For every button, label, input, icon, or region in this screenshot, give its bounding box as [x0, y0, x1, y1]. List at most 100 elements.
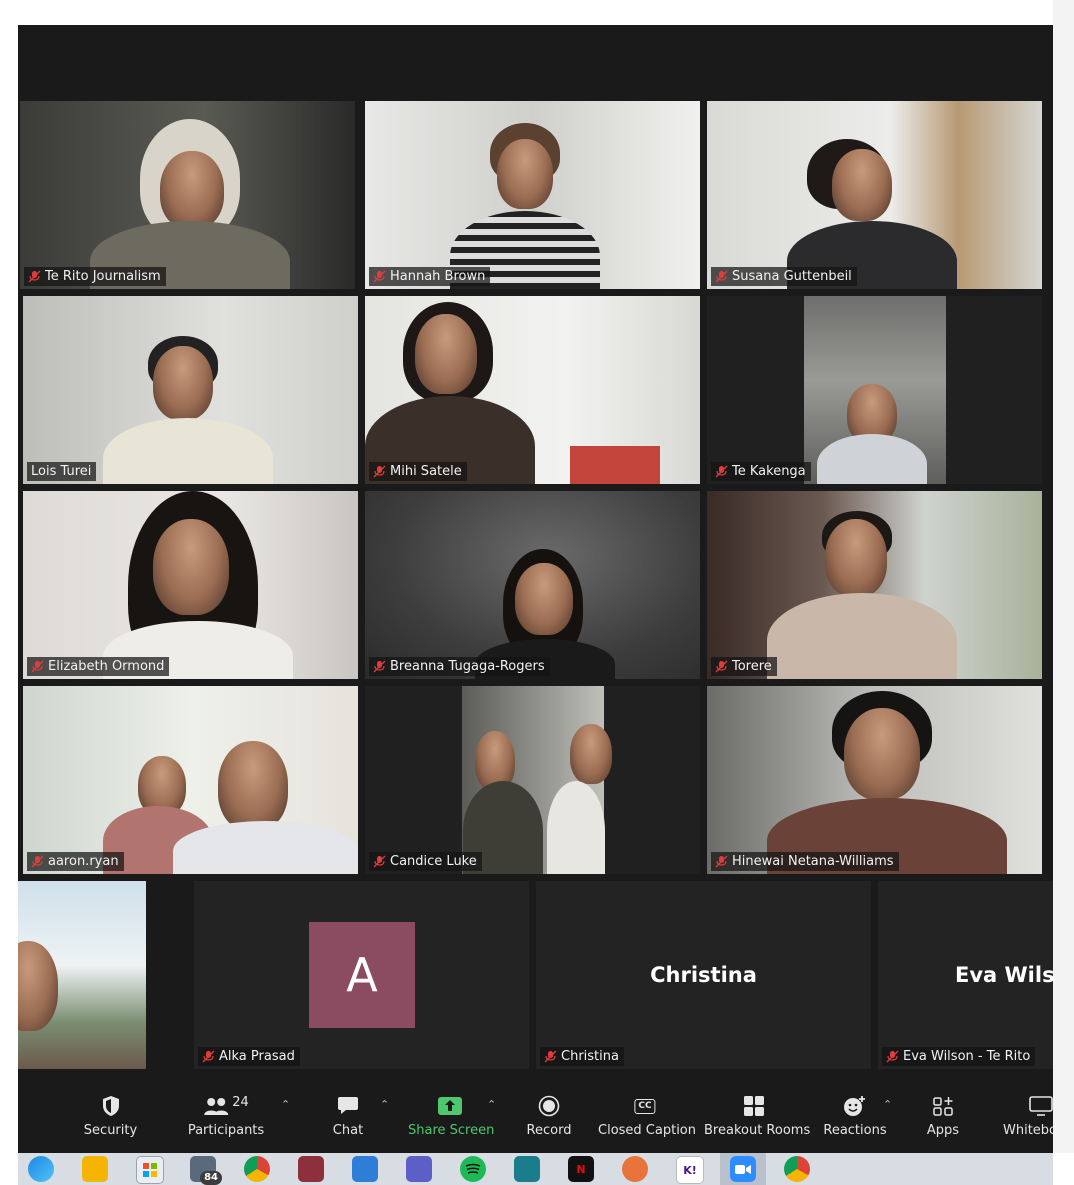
record-button[interactable]: Record	[518, 1090, 580, 1153]
breakout-rooms-button[interactable]: Breakout Rooms	[704, 1090, 811, 1153]
participants-caret-icon[interactable]: ⌃	[281, 1098, 290, 1111]
file-explorer-icon[interactable]	[82, 1156, 108, 1182]
share-screen-caret-icon[interactable]: ⌃	[487, 1098, 496, 1111]
whiteboard-button[interactable]: Whitebo	[1003, 1090, 1053, 1153]
video-tile-hinewai-netana-williams[interactable]: Hinewai Netana-Williams	[707, 686, 1042, 874]
chat-label: Chat	[332, 1123, 364, 1138]
name-tag: Christina	[540, 1047, 624, 1066]
chat-caret-icon[interactable]: ⌃	[380, 1098, 389, 1111]
muted-mic-icon	[31, 855, 44, 868]
muted-mic-icon	[715, 465, 728, 478]
participant-name: Elizabeth Ormond	[48, 659, 165, 674]
participants-icon: 24	[203, 1094, 249, 1118]
shield-icon	[101, 1094, 121, 1118]
participants-label: Participants	[187, 1123, 265, 1138]
netflix-icon[interactable]: N	[568, 1156, 594, 1182]
participant-name: Candice Luke	[390, 854, 477, 869]
calculator-app-icon[interactable]	[514, 1156, 540, 1182]
muted-mic-icon	[715, 660, 728, 673]
video-tile-elizabeth-ormond[interactable]: Elizabeth Ormond	[23, 491, 358, 679]
name-tag: Eva Wilson - Te Rito	[882, 1047, 1036, 1066]
name-tag: Mihi Satele	[369, 462, 467, 481]
participant-name: Torere	[732, 659, 772, 674]
meeting-top-band	[18, 25, 1053, 100]
closed-caption-icon: CC	[634, 1094, 656, 1118]
chat-button[interactable]: Chat	[318, 1090, 378, 1153]
video-tile-torere[interactable]: Torere	[707, 491, 1042, 679]
video-tile-te-rito-journalism[interactable]: Te Rito Journalism	[20, 101, 355, 289]
participant-name: Hannah Brown	[390, 269, 486, 284]
participant-name: Susana Guttenbeil	[732, 269, 852, 284]
reactions-button[interactable]: Reactions	[821, 1090, 889, 1153]
reactions-label: Reactions	[823, 1123, 887, 1138]
page-scrollbar[interactable]	[1053, 0, 1074, 1153]
participant-name: Christina	[561, 1049, 619, 1064]
participants-button[interactable]: 24 Participants	[186, 1090, 266, 1153]
muted-mic-icon	[31, 660, 44, 673]
apps-icon	[932, 1094, 954, 1118]
emoji-plus-icon	[843, 1094, 867, 1118]
participant-name: Hinewai Netana-Williams	[732, 854, 894, 869]
participant-name: Alka Prasad	[219, 1049, 295, 1064]
mcafee-icon[interactable]	[298, 1156, 324, 1182]
video-tile-te-kakenga[interactable]: Te Kakenga	[707, 296, 1042, 484]
name-tag: Elizabeth Ormond	[27, 657, 170, 676]
name-tag: Candice Luke	[369, 852, 482, 871]
chat-bubble-icon	[337, 1094, 359, 1118]
name-tag: Breanna Tugaga-Rogers	[369, 657, 550, 676]
mail-icon[interactable]: 84	[190, 1156, 222, 1185]
closed-caption-label: Closed Caption	[598, 1123, 696, 1138]
video-tile-christina[interactable]: Christina Christina	[536, 881, 871, 1069]
chrome-browser-icon[interactable]	[244, 1156, 270, 1182]
edge-browser-icon[interactable]	[28, 1156, 54, 1182]
video-tile-mihi-satele[interactable]: Mihi Satele	[365, 296, 700, 484]
security-label: Security	[83, 1123, 138, 1138]
muted-mic-icon	[28, 270, 41, 283]
chrome-profile-icon[interactable]	[784, 1156, 810, 1182]
name-tag: Alka Prasad	[198, 1047, 300, 1066]
share-screen-label: Share Screen	[408, 1123, 495, 1138]
muted-mic-icon	[544, 1050, 557, 1063]
kahoot-icon[interactable]: K!	[676, 1156, 704, 1184]
avatar: A	[309, 922, 415, 1028]
spotify-icon[interactable]	[460, 1156, 486, 1182]
video-tile-eva-wilson[interactable]: Eva Wilso Eva Wilson - Te Rito	[878, 881, 1053, 1069]
participant-name: Lois Turei	[31, 464, 92, 479]
video-tile-aaron-ryan[interactable]: aaron.ryan	[23, 686, 358, 874]
security-button[interactable]: Security	[73, 1090, 148, 1153]
breakout-rooms-icon	[743, 1094, 765, 1118]
name-tag: Susana Guttenbeil	[711, 267, 857, 286]
video-tile-breanna-tugaga-rogers[interactable]: Breanna Tugaga-Rogers	[365, 491, 700, 679]
muted-mic-icon	[373, 855, 386, 868]
participants-count: 24	[232, 1094, 249, 1110]
name-tag: Hannah Brown	[369, 267, 491, 286]
apps-button[interactable]: Apps	[918, 1090, 968, 1153]
apps-label: Apps	[926, 1123, 960, 1138]
closed-caption-button[interactable]: CC Closed Caption	[598, 1090, 696, 1153]
microsoft-teams-icon[interactable]	[406, 1156, 432, 1182]
video-tile-alka-prasad[interactable]: A Alka Prasad	[194, 881, 529, 1069]
name-tag: Torere	[711, 657, 777, 676]
outlook-icon[interactable]	[352, 1156, 378, 1182]
video-tile-susana-guttenbeil[interactable]: Susana Guttenbeil	[707, 101, 1042, 289]
share-screen-button[interactable]: Share Screen	[408, 1090, 495, 1153]
microsoft-store-icon[interactable]	[136, 1156, 164, 1184]
video-tile-lois-turei[interactable]: Lois Turei	[23, 296, 358, 484]
display-name: Eva Wilso	[955, 963, 1053, 987]
whiteboard-label: Whitebo	[1003, 1123, 1053, 1138]
video-tile-hannah-brown[interactable]: Hannah Brown	[365, 101, 700, 289]
video-tile-partial[interactable]	[18, 881, 146, 1069]
record-icon	[538, 1094, 560, 1118]
record-label: Record	[526, 1123, 572, 1138]
breakout-rooms-label: Breakout Rooms	[704, 1123, 811, 1138]
share-screen-icon	[437, 1094, 463, 1118]
reactions-caret-icon[interactable]: ⌃	[883, 1098, 892, 1111]
whiteboard-icon	[1029, 1094, 1053, 1118]
participant-name: Te Kakenga	[732, 464, 806, 479]
muted-mic-icon	[373, 660, 386, 673]
muted-mic-icon	[202, 1050, 215, 1063]
video-tile-candice-luke[interactable]: Candice Luke	[365, 686, 700, 874]
meeting-toolbar: Security 24 Participants ⌃ Chat ⌃ Share …	[18, 1090, 1053, 1153]
zoom-taskbar-button-active[interactable]	[720, 1153, 766, 1185]
soundcloud-icon[interactable]	[622, 1156, 648, 1182]
